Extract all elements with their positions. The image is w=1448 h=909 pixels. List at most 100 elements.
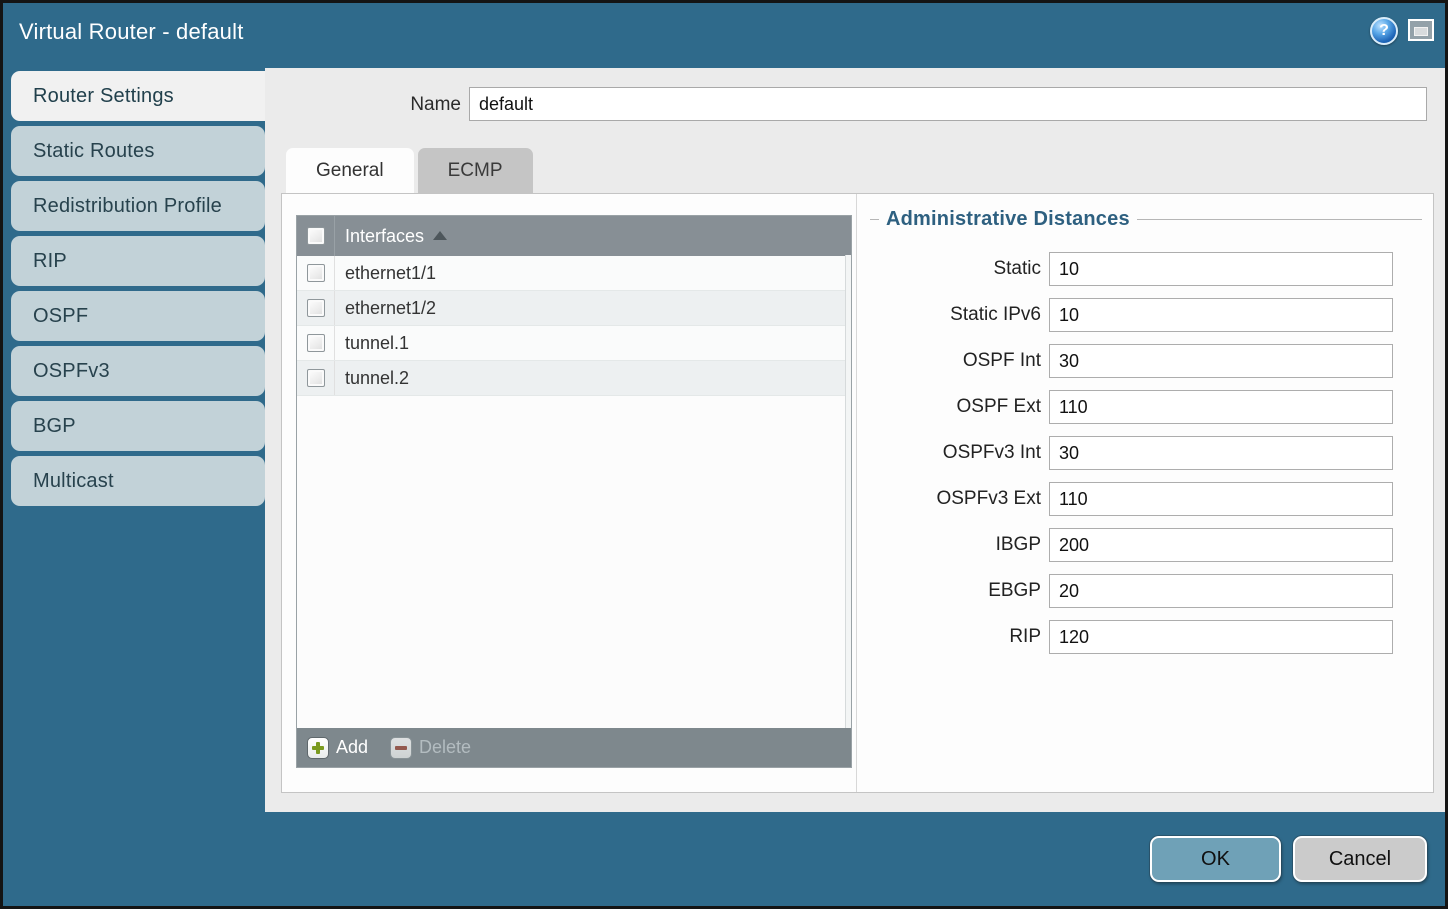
interface-name: tunnel.1: [335, 333, 409, 354]
sidebar-item-router-settings[interactable]: Router Settings: [11, 71, 266, 121]
sort-ascending-icon: [433, 231, 447, 240]
static-label: Static: [870, 258, 1049, 280]
field-row-ospf-int: OSPF Int: [870, 344, 1422, 378]
delete-button-label: Delete: [419, 737, 471, 758]
sidebar-item-static-routes[interactable]: Static Routes: [11, 126, 265, 176]
administrative-distances-fieldset: Administrative Distances Static Static I…: [870, 208, 1422, 654]
select-all-checkbox[interactable]: [307, 227, 325, 245]
ospfv3-int-input[interactable]: [1049, 436, 1393, 470]
sidebar-item-label: Static Routes: [33, 140, 155, 163]
sidebar-item-ospf[interactable]: OSPF: [11, 291, 265, 341]
row-checkbox-cell: [297, 256, 335, 290]
sidebar-item-label: OSPFv3: [33, 360, 110, 383]
sidebar-item-bgp[interactable]: BGP: [11, 401, 265, 451]
static-ipv6-label: Static IPv6: [870, 304, 1049, 326]
interfaces-header-label: Interfaces: [345, 226, 424, 247]
row-checkbox[interactable]: [307, 334, 325, 352]
row-checkbox[interactable]: [307, 369, 325, 387]
admin-distance-fields: Static Static IPv6 OSPF Int OSPF Ext: [870, 252, 1422, 654]
sidebar-item-multicast[interactable]: Multicast: [11, 456, 265, 506]
content-area: Name General ECMP Interfaces: [265, 68, 1445, 812]
fieldset-legend-row: Administrative Distances: [870, 208, 1422, 231]
sidebar-item-label: Redistribution Profile: [33, 195, 222, 218]
table-row[interactable]: ethernet1/1: [297, 256, 851, 291]
ospfv3-ext-label: OSPFv3 Ext: [870, 488, 1049, 510]
table-row[interactable]: tunnel.2: [297, 361, 851, 396]
row-checkbox-cell: [297, 326, 335, 360]
table-empty-space: [297, 396, 851, 728]
dialog-title: Virtual Router - default: [19, 19, 244, 45]
sidebar-item-rip[interactable]: RIP: [11, 236, 265, 286]
delete-minus-icon: [390, 737, 412, 759]
row-checkbox-cell: [297, 361, 335, 395]
row-checkbox[interactable]: [307, 299, 325, 317]
ebgp-label: EBGP: [870, 580, 1049, 602]
static-ipv6-input[interactable]: [1049, 298, 1393, 332]
sidebar-item-ospfv3[interactable]: OSPFv3: [11, 346, 265, 396]
ibgp-label: IBGP: [870, 534, 1049, 556]
rip-input[interactable]: [1049, 620, 1393, 654]
row-checkbox-cell: [297, 291, 335, 325]
field-row-ibgp: IBGP: [870, 528, 1422, 562]
table-toolbar: Add Delete: [297, 728, 851, 767]
ok-button[interactable]: OK: [1150, 836, 1281, 882]
general-tab-panel: Interfaces ethernet1/1 ethernet1/2: [281, 193, 1434, 793]
tab-general[interactable]: General: [286, 148, 414, 193]
interfaces-table: Interfaces ethernet1/1 ethernet1/2: [296, 215, 852, 768]
virtual-router-dialog: Virtual Router - default ? Router Settin…: [0, 0, 1448, 909]
rip-label: RIP: [870, 626, 1049, 648]
add-button[interactable]: Add: [307, 737, 368, 759]
ospf-ext-label: OSPF Ext: [870, 396, 1049, 418]
sidebar-nav: Router Settings Static Routes Redistribu…: [11, 71, 265, 511]
window-icon[interactable]: [1408, 19, 1434, 41]
sidebar-item-redistribution-profile[interactable]: Redistribution Profile: [11, 181, 265, 231]
add-plus-icon: [307, 737, 329, 759]
ospf-int-input[interactable]: [1049, 344, 1393, 378]
interface-name: ethernet1/1: [335, 263, 436, 284]
sidebar-item-label: BGP: [33, 415, 76, 438]
sidebar-item-label: Multicast: [33, 470, 114, 493]
interface-name: ethernet1/2: [335, 298, 436, 319]
ospfv3-int-label: OSPFv3 Int: [870, 442, 1049, 464]
interfaces-column-header[interactable]: Interfaces: [335, 226, 447, 247]
field-row-ospfv3-ext: OSPFv3 Ext: [870, 482, 1422, 516]
ospf-ext-input[interactable]: [1049, 390, 1393, 424]
sidebar-item-label: RIP: [33, 250, 67, 273]
cancel-button[interactable]: Cancel: [1293, 836, 1427, 882]
fieldset-legend: Administrative Distances: [879, 208, 1137, 231]
static-input[interactable]: [1049, 252, 1393, 286]
tab-label: ECMP: [448, 160, 503, 182]
tab-ecmp[interactable]: ECMP: [418, 148, 533, 193]
cancel-button-label: Cancel: [1329, 848, 1391, 871]
tab-label: General: [316, 160, 384, 182]
table-scrollbar[interactable]: [845, 255, 851, 728]
row-checkbox[interactable]: [307, 264, 325, 282]
help-icon[interactable]: ?: [1370, 17, 1398, 45]
legend-line: [1137, 219, 1422, 220]
title-bar: Virtual Router - default ?: [3, 3, 1445, 68]
field-row-ospfv3-int: OSPFv3 Int: [870, 436, 1422, 470]
name-input[interactable]: [469, 87, 1427, 121]
field-row-rip: RIP: [870, 620, 1422, 654]
field-row-static: Static: [870, 252, 1422, 286]
sidebar-item-label: OSPF: [33, 305, 88, 328]
legend-line: [870, 219, 879, 220]
panel-divider: [856, 194, 857, 792]
field-row-static-ipv6: Static IPv6: [870, 298, 1422, 332]
ospfv3-ext-input[interactable]: [1049, 482, 1393, 516]
ospf-int-label: OSPF Int: [870, 350, 1049, 372]
table-row[interactable]: tunnel.1: [297, 326, 851, 361]
interface-name: tunnel.2: [335, 368, 409, 389]
table-row[interactable]: ethernet1/2: [297, 291, 851, 326]
window-icon-inner: [1414, 27, 1428, 36]
header-checkbox-cell: [297, 216, 335, 256]
interfaces-table-header[interactable]: Interfaces: [297, 216, 851, 256]
sidebar-item-label: Router Settings: [33, 85, 174, 108]
ebgp-input[interactable]: [1049, 574, 1393, 608]
ibgp-input[interactable]: [1049, 528, 1393, 562]
tab-strip: General ECMP: [286, 148, 537, 193]
help-glyph: ?: [1379, 22, 1389, 40]
delete-button[interactable]: Delete: [390, 737, 471, 759]
ok-button-label: OK: [1201, 848, 1230, 871]
name-label: Name: [265, 94, 461, 116]
